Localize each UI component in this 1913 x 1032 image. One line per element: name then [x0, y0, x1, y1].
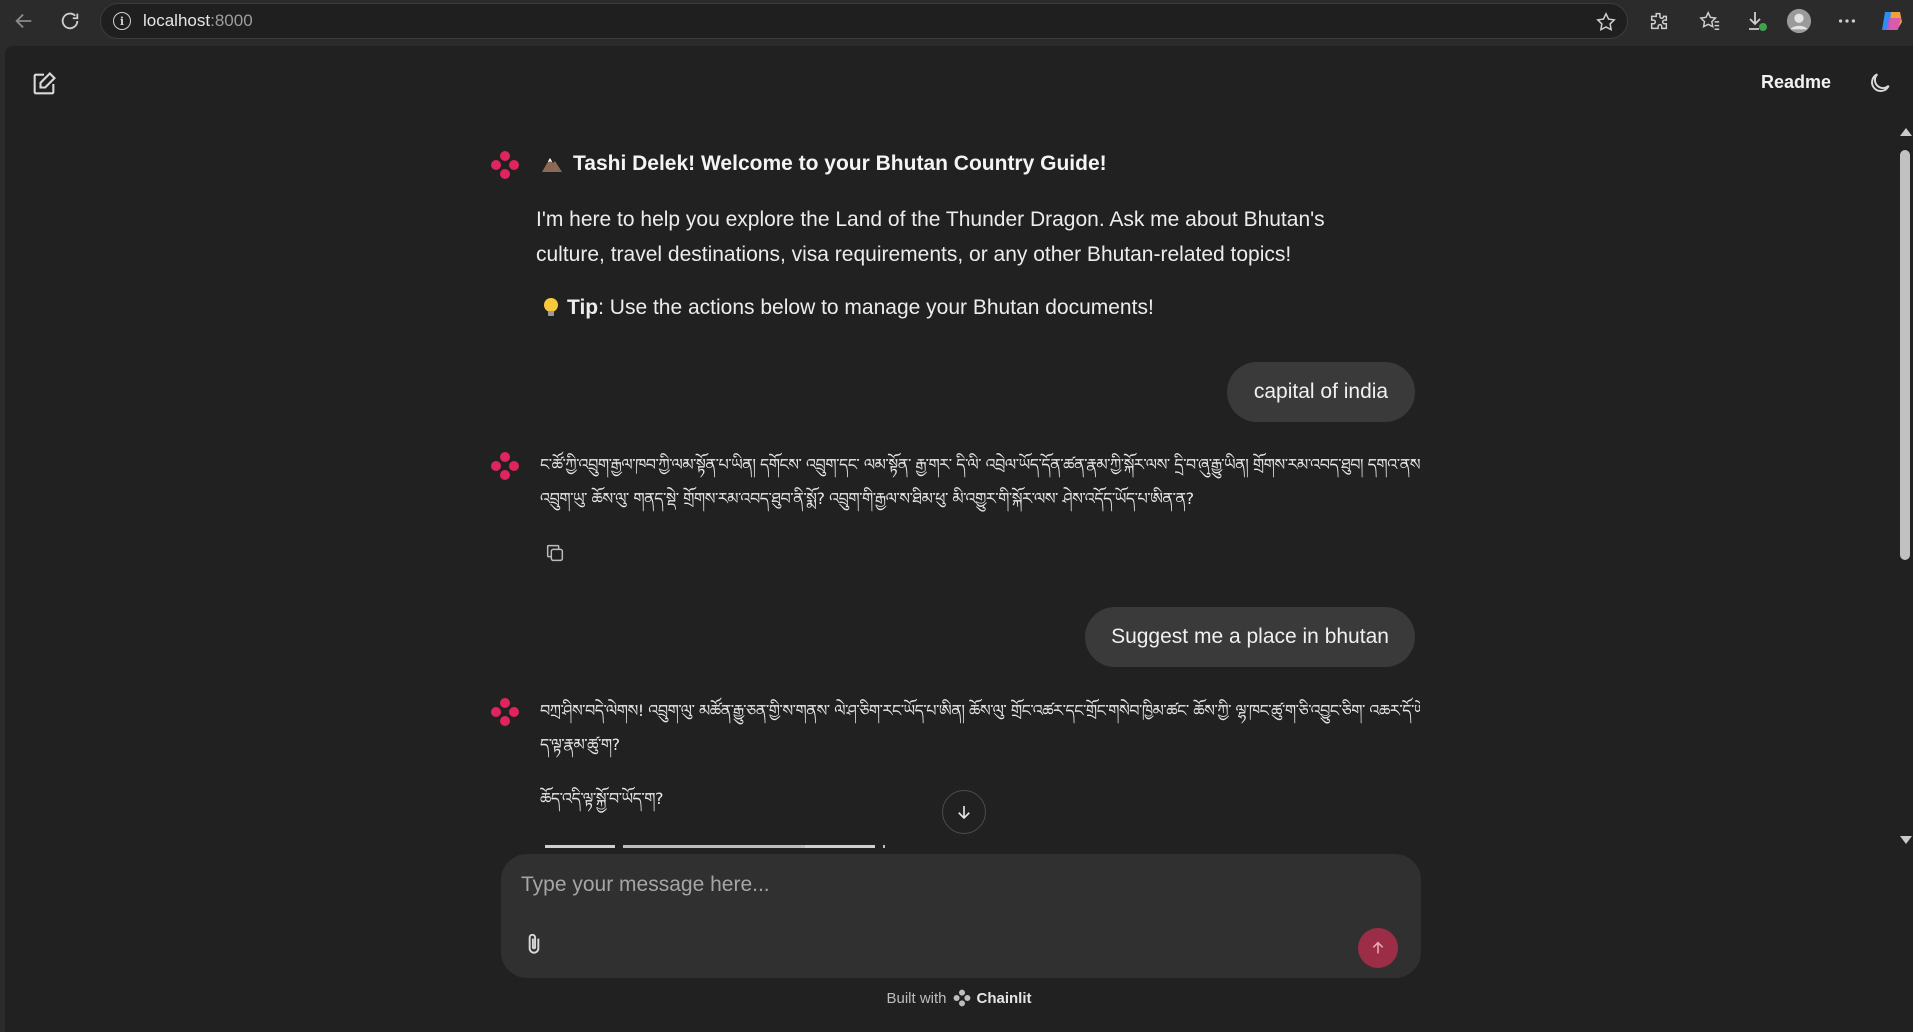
send-button[interactable] [1358, 928, 1398, 968]
address-bar[interactable]: i localhost:8000 [100, 3, 1628, 39]
footer-built-with: Built with [886, 989, 947, 1007]
site-info-icon[interactable]: i [113, 12, 131, 30]
user-message-bubble: capital of india [1227, 362, 1415, 422]
back-icon[interactable] [10, 7, 38, 35]
assistant-avatar-icon [490, 451, 520, 481]
readme-button[interactable]: Readme [1761, 72, 1831, 93]
extensions-icon[interactable] [1646, 8, 1672, 34]
downloads-icon[interactable] [1744, 8, 1770, 34]
scroll-to-bottom-button[interactable] [942, 790, 986, 834]
arrow-down-icon [958, 806, 970, 820]
attach-paperclip-icon[interactable] [521, 930, 549, 960]
footer: Built with Chainlit [5, 989, 1913, 1007]
scroll-up-arrow-icon[interactable] [1900, 128, 1912, 136]
copilot-icon[interactable] [1879, 8, 1905, 34]
browser-toolbar: i localhost:8000 [0, 0, 1913, 42]
truncated-list-item [545, 841, 885, 849]
message-input[interactable] [521, 868, 1381, 902]
footer-brand-link[interactable]: Chainlit [977, 990, 1032, 1007]
mountain-emoji-icon [542, 158, 562, 172]
chat-app: Readme Tashi Delek! Welcome to your Bhut… [5, 46, 1913, 1032]
arrow-up-icon [1372, 941, 1384, 954]
lightbulb-icon [544, 298, 558, 316]
assistant-avatar-icon [490, 697, 520, 727]
more-options-icon[interactable] [1834, 8, 1860, 34]
welcome-body: I'm here to help you explore the Land of… [536, 208, 1325, 266]
url-text: localhost:8000 [143, 11, 253, 30]
favorites-icon[interactable] [1697, 8, 1723, 34]
message-composer [501, 854, 1421, 978]
welcome-title-text: Tashi Delek! Welcome to your Bhutan Coun… [573, 152, 1107, 175]
welcome-title: Tashi Delek! Welcome to your Bhutan Coun… [541, 152, 1107, 176]
copy-icon[interactable] [544, 542, 568, 566]
theme-toggle-moon-icon[interactable] [1867, 70, 1895, 98]
favorite-star-icon[interactable] [1595, 11, 1617, 39]
user-message-bubble: Suggest me a place in bhutan [1085, 607, 1415, 667]
assistant-avatar-icon [490, 150, 520, 180]
welcome-tip: Tip: Use the actions below to manage you… [543, 296, 1154, 320]
reload-icon[interactable] [56, 7, 84, 35]
chainlit-logo-icon [953, 989, 970, 1007]
scrollbar-thumb[interactable] [1900, 150, 1910, 560]
profile-avatar-icon[interactable] [1786, 8, 1812, 34]
scroll-down-arrow-icon[interactable] [1900, 836, 1912, 844]
new-chat-icon[interactable] [30, 70, 60, 100]
assistant-message-text: ང་ཚོ་ཀྱི་འབྲུག་རྒྱལ་ཁབ་ཀྱི་ལམ་སྟོན་པ་ཡིན… [540, 455, 1420, 508]
